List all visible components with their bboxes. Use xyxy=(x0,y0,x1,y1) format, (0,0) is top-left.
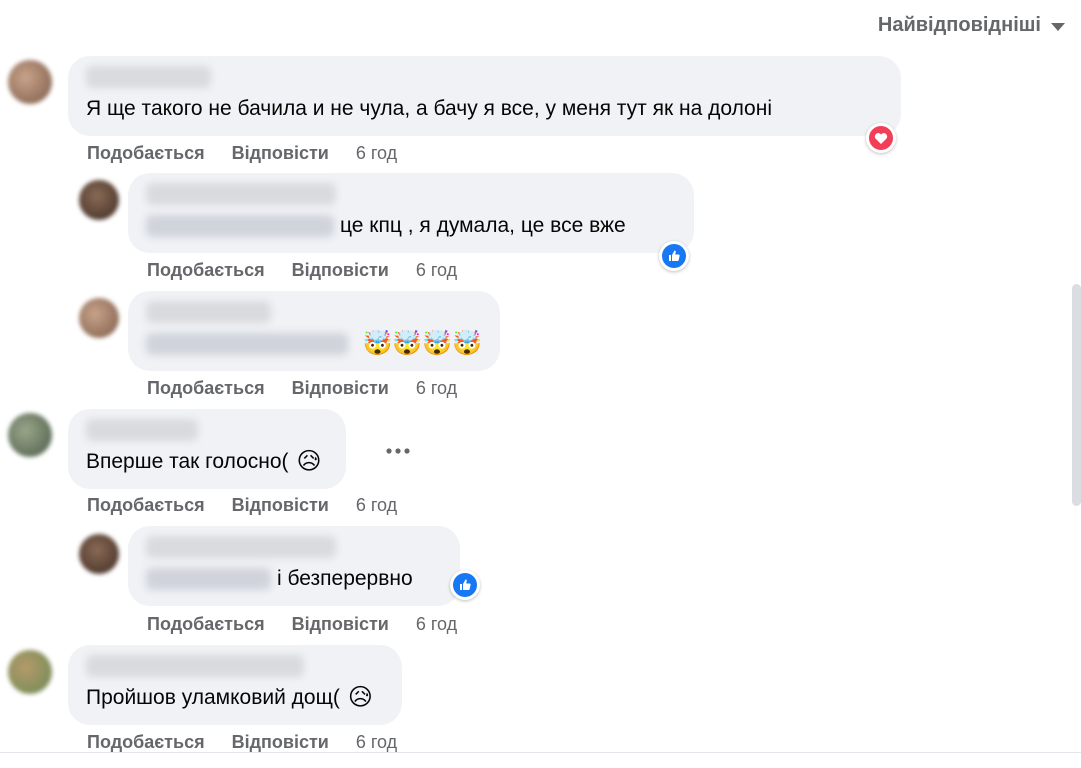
sad-face-emoji: 😥 xyxy=(347,684,373,711)
avatar[interactable] xyxy=(8,60,52,104)
sort-label: Найвідповідніші xyxy=(877,14,1041,36)
avatar[interactable] xyxy=(79,180,119,220)
like-button[interactable]: Подобається xyxy=(147,614,265,635)
comment-author-redacted[interactable] xyxy=(146,536,336,558)
reaction-badge[interactable] xyxy=(659,241,689,271)
comment-actions: Подобається Відповісти 6 год xyxy=(87,732,397,753)
sad-face-emoji: 😥 xyxy=(296,448,322,475)
sort-dropdown[interactable]: Найвідповідніші xyxy=(878,14,1065,37)
comment-actions: Подобається Відповісти 6 год xyxy=(147,378,457,399)
mention-redacted[interactable] xyxy=(146,568,271,590)
reply-button[interactable]: Відповісти xyxy=(232,732,329,753)
like-button[interactable]: Подобається xyxy=(147,378,265,399)
comment-text: Вперше так голосно( xyxy=(86,450,289,473)
mention-redacted[interactable] xyxy=(146,333,349,355)
like-button[interactable]: Подобається xyxy=(87,732,205,753)
timestamp[interactable]: 6 год xyxy=(356,143,397,164)
reply-button[interactable]: Відповісти xyxy=(232,495,329,516)
more-options-icon[interactable] xyxy=(385,436,415,460)
avatar[interactable] xyxy=(8,650,52,694)
comment-text: Я ще такого не бачила и не чула, а бачу … xyxy=(86,97,772,120)
timestamp[interactable]: 6 год xyxy=(356,732,397,753)
timestamp[interactable]: 6 год xyxy=(416,378,457,399)
comment-author-redacted[interactable] xyxy=(86,419,198,441)
comment-actions: Подобається Відповісти 6 год xyxy=(87,495,397,516)
comment-text: це кпц , я думала, це все вже xyxy=(340,214,626,237)
comment-bubble: Пройшов уламковий дощ( 😥 xyxy=(68,645,402,725)
reaction-badge[interactable] xyxy=(450,570,480,600)
exploding-head-emoji: 🤯🤯🤯🤯 xyxy=(362,330,482,357)
reply-button[interactable]: Відповісти xyxy=(292,260,389,281)
reaction-badge[interactable] xyxy=(866,123,896,153)
reply-button[interactable]: Відповісти xyxy=(232,143,329,164)
like-icon xyxy=(453,573,477,597)
divider xyxy=(0,752,1081,753)
avatar[interactable] xyxy=(79,298,119,338)
timestamp[interactable]: 6 год xyxy=(416,614,457,635)
timestamp[interactable]: 6 год xyxy=(356,495,397,516)
like-icon xyxy=(662,244,686,268)
reply-button[interactable]: Відповісти xyxy=(292,378,389,399)
timestamp[interactable]: 6 год xyxy=(416,260,457,281)
comment-actions: Подобається Відповісти 6 год xyxy=(147,260,457,281)
caret-down-icon xyxy=(1051,23,1065,31)
mention-redacted[interactable] xyxy=(146,215,334,237)
comment-bubble: 🤯🤯🤯🤯 xyxy=(128,291,500,371)
scrollbar[interactable] xyxy=(1072,284,1081,506)
love-icon xyxy=(869,126,893,150)
comment-bubble: це кпц , я думала, це все вже xyxy=(128,173,694,253)
comment-text: і безперервно xyxy=(277,567,413,590)
comment-bubble: Я ще такого не бачила и не чула, а бачу … xyxy=(68,56,901,136)
comment-author-redacted[interactable] xyxy=(146,301,271,323)
comment-bubble: і безперервно xyxy=(128,526,460,606)
comment-author-redacted[interactable] xyxy=(146,183,336,205)
avatar[interactable] xyxy=(8,413,52,457)
comment-text: Пройшов уламковий дощ( xyxy=(86,686,340,709)
comment-actions: Подобається Відповісти 6 год xyxy=(147,614,457,635)
comment-actions: Подобається Відповісти 6 год xyxy=(87,143,397,164)
comment-author-redacted[interactable] xyxy=(86,66,211,88)
like-button[interactable]: Подобається xyxy=(87,495,205,516)
reply-button[interactable]: Відповісти xyxy=(292,614,389,635)
like-button[interactable]: Подобається xyxy=(147,260,265,281)
comment-bubble: Вперше так голосно( 😥 xyxy=(68,409,346,489)
avatar[interactable] xyxy=(79,534,119,574)
comment-author-redacted[interactable] xyxy=(86,655,304,677)
like-button[interactable]: Подобається xyxy=(87,143,205,164)
